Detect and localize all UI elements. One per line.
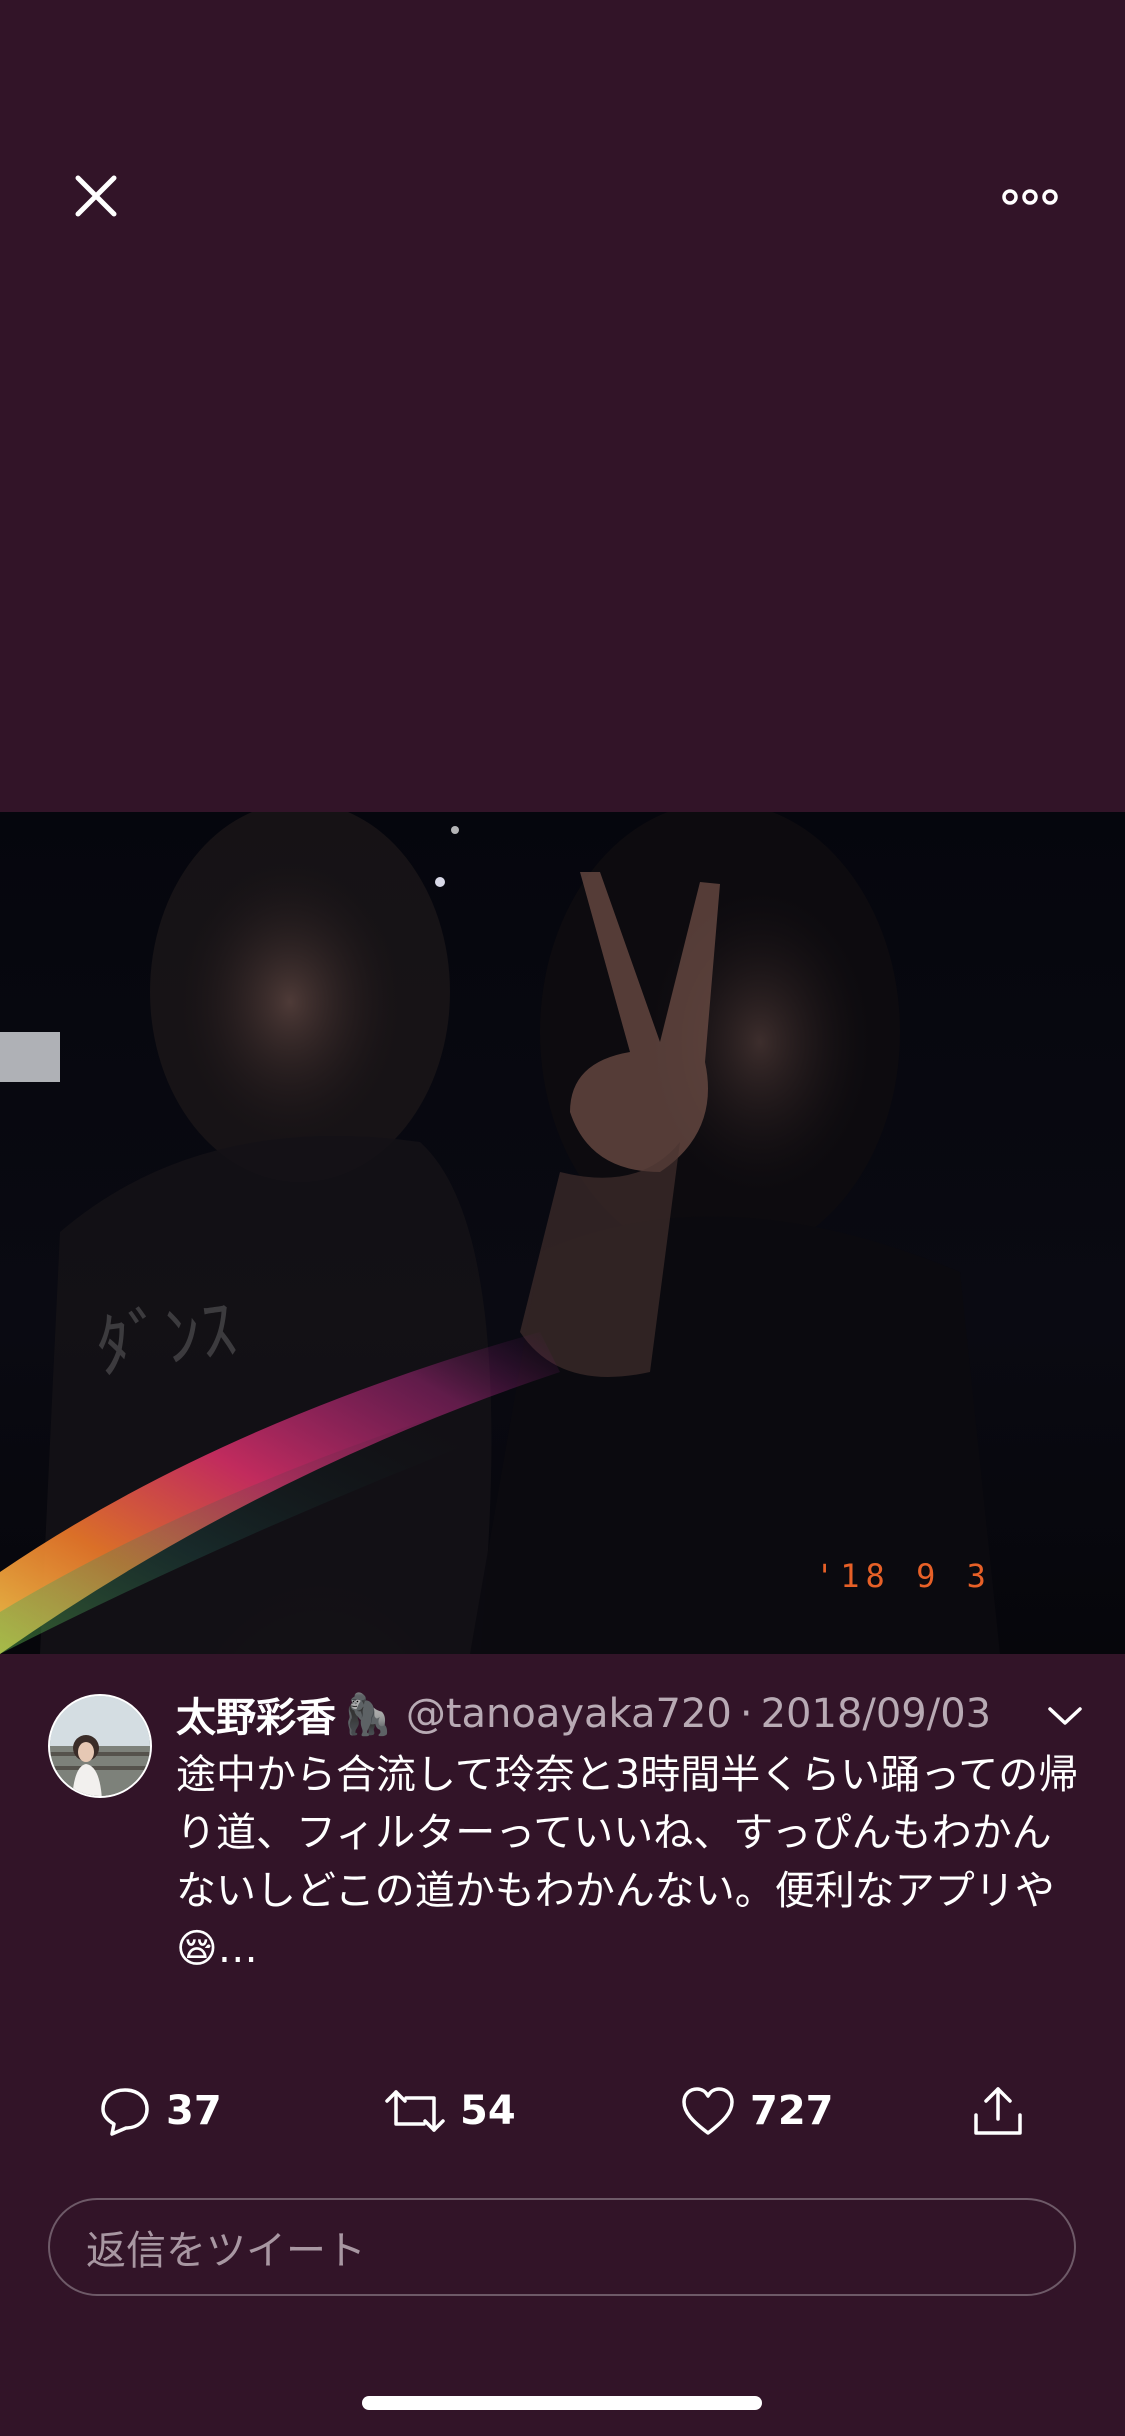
tweet-date: 2018/09/03 — [760, 1691, 992, 1737]
display-name[interactable]: 太野彩香 — [176, 1685, 336, 1743]
tweet-photo[interactable]: ﾀﾞﾝｽ '18 9 3 — [0, 812, 1125, 1654]
reply-icon — [101, 2088, 149, 2136]
chevron-down-icon — [1048, 1707, 1082, 1725]
avatar-image — [50, 1696, 150, 1796]
reply-count: 37 — [166, 2088, 222, 2134]
reply-button[interactable]: 37 — [98, 2076, 222, 2146]
separator: · — [739, 1691, 753, 1737]
more-options-button[interactable] — [990, 165, 1070, 229]
close-button[interactable] — [60, 160, 132, 232]
more-options-icon — [1002, 189, 1058, 205]
user-handle[interactable]: @tanoayaka720 — [406, 1691, 732, 1737]
retweet-icon — [385, 2090, 445, 2132]
like-button[interactable]: 727 — [680, 2076, 834, 2146]
reply-input[interactable]: 返信をツイート — [48, 2198, 1076, 2296]
avatar[interactable] — [48, 1694, 152, 1798]
share-button[interactable] — [970, 2076, 1026, 2146]
share-icon — [974, 2087, 1022, 2135]
photo-date-stamp: '18 9 3 — [815, 1557, 992, 1595]
retweet-button[interactable]: 54 — [384, 2076, 516, 2146]
tweet-header: 太野彩香 🦍 @tanoayaka720 · 2018/09/03 — [176, 1684, 1056, 1744]
close-icon — [75, 175, 117, 217]
media-viewer-topbar — [0, 0, 1125, 300]
retweet-count: 54 — [460, 2088, 516, 2134]
tweet-actions: 37 54 727 — [0, 2076, 1125, 2146]
home-indicator[interactable] — [362, 2396, 762, 2410]
tweet-menu-button[interactable] — [1040, 1696, 1090, 1736]
tweet-text: 途中から合流して玲奈と3時間半くらい踊っての帰り道、フィルターっていいね、すっぴ… — [176, 1752, 1079, 1972]
gorilla-emoji: 🦍 — [342, 1691, 392, 1738]
like-count: 727 — [750, 2088, 834, 2134]
photo-artwork: ﾀﾞﾝｽ — [0, 812, 1000, 1654]
reply-placeholder: 返信をツイート — [86, 2228, 366, 2274]
heart-icon — [682, 2087, 734, 2135]
